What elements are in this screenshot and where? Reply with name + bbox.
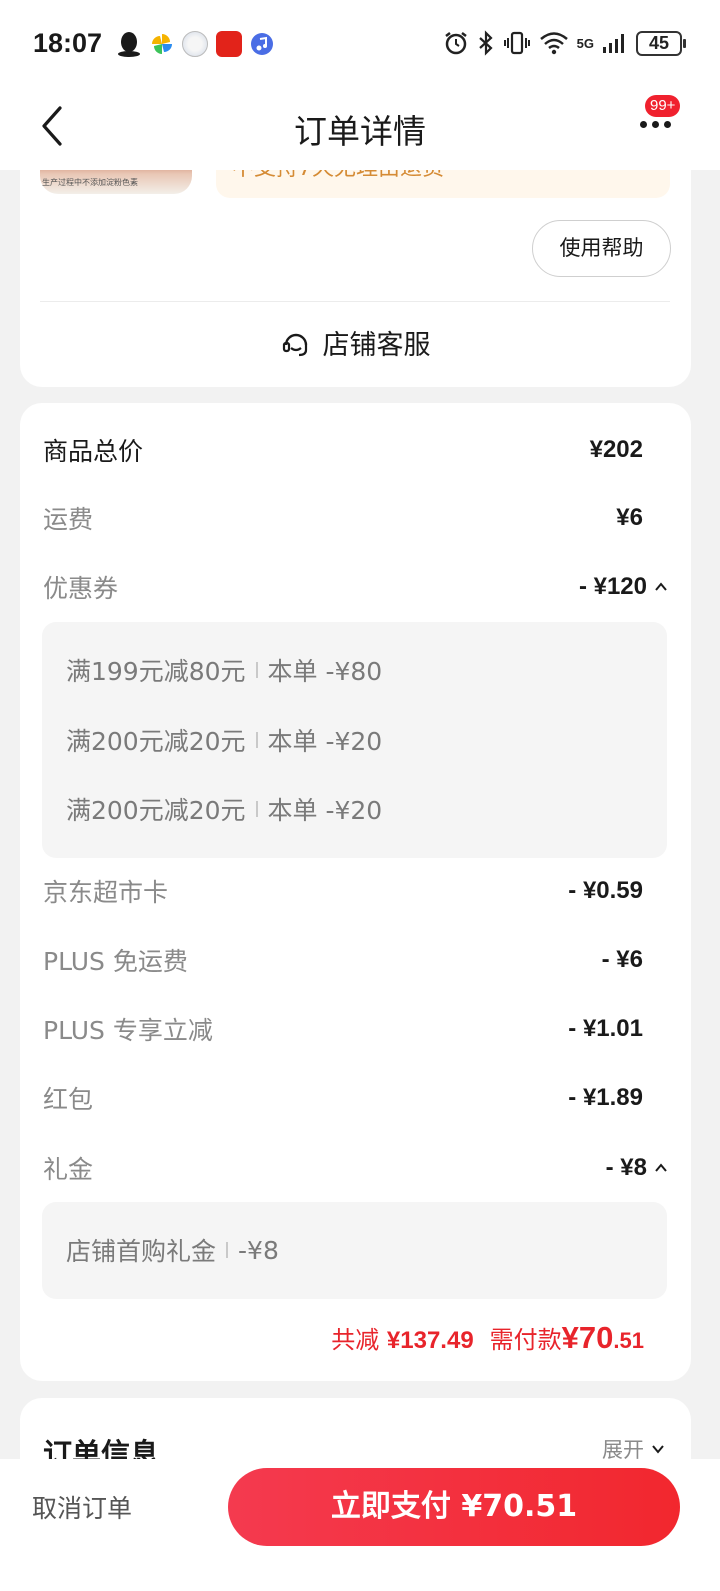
- coupon-name: 满199元减80元: [66, 657, 246, 686]
- pinwheel-icon: [152, 34, 172, 54]
- battery-indicator: 45: [636, 30, 686, 56]
- plus-free-shipping-label: PLUS 免运费: [43, 947, 188, 976]
- red-packet-value: - ¥1.89: [568, 1084, 643, 1111]
- tmall-icon: [216, 31, 242, 57]
- coupon-name: 满200元减20元: [66, 727, 246, 756]
- price-summary: 共减 ¥137.49 需付款¥70.51: [331, 1320, 644, 1356]
- jd-card-row: 京东超市卡 - ¥0.59: [43, 871, 643, 911]
- bluetooth-icon: [478, 30, 493, 56]
- wifi-icon: [539, 32, 568, 55]
- goods-total-value: ¥202: [589, 436, 643, 463]
- coupon-amount: 本单 -¥20: [267, 727, 383, 756]
- cancel-order-button[interactable]: 取消订单: [32, 1489, 132, 1525]
- amount-due-decimal: .51: [613, 1328, 644, 1353]
- message-count-badge: 99+: [645, 95, 681, 117]
- status-bar: 18:07 5G 45: [0, 0, 720, 92]
- shipping-value: ¥6: [616, 504, 643, 531]
- circle-app-icon: [182, 31, 208, 57]
- status-system-icons: 5G 45: [443, 30, 686, 56]
- coupon-amount: 本单 -¥20: [267, 796, 383, 825]
- goods-total-row: 商品总价 ¥202: [43, 430, 643, 470]
- list-item: 满200元减20元 本单 -¥20: [66, 791, 382, 827]
- status-time: 18:07: [33, 28, 103, 58]
- separator: [226, 1242, 229, 1258]
- goods-total-label: 商品总价: [43, 437, 144, 466]
- coupon-amount: 本单 -¥80: [267, 657, 383, 686]
- alarm-icon: [444, 32, 467, 55]
- plus-discount-value: - ¥1.01: [568, 1015, 643, 1042]
- price-detail-card: 商品总价 ¥202 运费 ¥6 优惠券 - ¥120 满199元减80元 本单 …: [20, 403, 691, 1381]
- store-service-label: 店铺客服: [322, 330, 431, 361]
- plus-free-shipping-value: - ¥6: [601, 946, 643, 973]
- total-reduce-label: 共减: [331, 1326, 380, 1354]
- plus-free-shipping-row: PLUS 免运费 - ¥6: [43, 940, 643, 980]
- nav-bar: 订单详情 99+: [0, 92, 720, 170]
- coupon-label: 优惠券: [43, 574, 119, 603]
- separator: [255, 662, 258, 678]
- coupon-name: 满200元减20元: [66, 796, 246, 825]
- chevron-up-icon: [655, 1163, 667, 1172]
- plus-discount-row: PLUS 专享立减 - ¥1.01: [43, 1009, 643, 1049]
- amount-due-integer: ¥70: [561, 1320, 614, 1355]
- gift-money-value: - ¥8: [605, 1154, 647, 1181]
- jd-card-label: 京东超市卡: [43, 878, 169, 907]
- shipping-row: 运费 ¥6: [43, 498, 643, 538]
- product-thumb-caption: 生产过程中不添加淀粉色素: [42, 178, 138, 187]
- more-dots-icon: [640, 121, 671, 128]
- red-packet-row: 红包 - ¥1.89: [43, 1078, 643, 1118]
- total-reduce: 共减 ¥137.49: [331, 1320, 473, 1355]
- list-item: 满200元减20元 本单 -¥20: [66, 722, 382, 758]
- shipping-label: 运费: [43, 505, 94, 534]
- gift-amount: -¥8: [238, 1235, 279, 1265]
- gift-money-detail-list: 店铺首购礼金 -¥8: [42, 1202, 667, 1299]
- separator: [255, 732, 258, 748]
- more-menu-button[interactable]: 99+: [640, 95, 684, 142]
- total-reduce-value: ¥137.49: [386, 1327, 474, 1354]
- coupon-detail-list: 满199元减80元 本单 -¥80 满200元减20元 本单 -¥20 满200…: [42, 622, 667, 858]
- pay-now-button[interactable]: 立即支付 ¥70.51: [228, 1468, 680, 1546]
- separator: [255, 801, 258, 817]
- network-type: 5G: [576, 35, 594, 51]
- plus-discount-label: PLUS 专享立减: [43, 1016, 213, 1045]
- jd-card-value: - ¥0.59: [568, 877, 643, 904]
- list-item: 满199元减80元 本单 -¥80: [66, 652, 382, 688]
- qq-icon: [118, 32, 140, 57]
- store-service-button[interactable]: 店铺客服: [20, 320, 691, 365]
- amount-due: 需付款¥70.51: [490, 1320, 644, 1356]
- red-packet-label: 红包: [43, 1085, 94, 1114]
- gift-money-row[interactable]: 礼金 - ¥8: [43, 1148, 669, 1188]
- signal-icon: [603, 34, 624, 53]
- gift-name: 店铺首购礼金: [66, 1237, 217, 1266]
- divider: [40, 301, 670, 302]
- headset-icon: [282, 333, 307, 356]
- amount-due-label: 需付款: [489, 1326, 562, 1354]
- bottom-action-bar: 取消订单 立即支付 ¥70.51: [0, 1459, 720, 1591]
- list-item: 店铺首购礼金 -¥8: [66, 1232, 279, 1268]
- chevron-down-icon: [652, 1445, 664, 1454]
- status-app-icons: [116, 30, 274, 58]
- help-button[interactable]: 使用帮助: [532, 220, 671, 277]
- coupon-row[interactable]: 优惠券 - ¥120: [43, 567, 669, 607]
- gift-money-label: 礼金: [43, 1155, 94, 1184]
- page-title: 订单详情: [294, 112, 426, 151]
- chevron-up-icon: [655, 582, 667, 591]
- vibrate-icon: [503, 31, 530, 55]
- music-icon: [251, 33, 273, 55]
- coupon-value: - ¥120: [578, 573, 647, 600]
